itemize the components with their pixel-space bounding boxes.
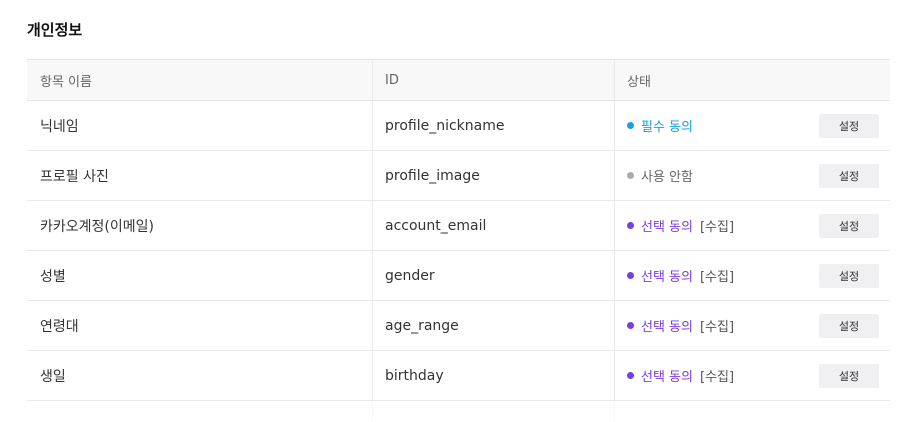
header-status: 상태 bbox=[627, 74, 651, 90]
item-status-cell: 사용 안함 설정 bbox=[615, 151, 890, 200]
settings-button[interactable]: 설정 bbox=[819, 113, 879, 138]
item-name: 카카오계정(이메일) bbox=[27, 201, 373, 250]
collect-label: [수집] bbox=[699, 320, 735, 335]
table-row-partial bbox=[27, 401, 890, 422]
status-indicator: 선택 동의 [수집] bbox=[627, 266, 734, 285]
status-indicator: 선택 동의 [수집] bbox=[627, 216, 734, 235]
item-status-cell: 필수 동의 설정 bbox=[615, 101, 890, 150]
item-id: account_email bbox=[373, 201, 615, 250]
table-row: 연령대 age_range 선택 동의 [수집] 설정 bbox=[27, 301, 890, 351]
status-dot-icon bbox=[627, 372, 634, 379]
collect-label: [수집] bbox=[699, 370, 735, 385]
status-dot-icon bbox=[627, 272, 634, 279]
scroll-fade bbox=[27, 417, 890, 422]
status-indicator: 선택 동의 [수집] bbox=[627, 316, 734, 335]
status-label: 필수 동의 bbox=[641, 120, 693, 135]
collect-label: [수집] bbox=[699, 220, 735, 235]
item-id: gender bbox=[373, 251, 615, 300]
section-title: 개인정보 bbox=[27, 21, 83, 39]
status-label: 선택 동의 bbox=[641, 320, 693, 335]
status-label: 사용 안함 bbox=[641, 170, 693, 185]
collect-label: [수집] bbox=[699, 270, 735, 285]
item-id: birthday bbox=[373, 351, 615, 400]
settings-button[interactable]: 설정 bbox=[819, 313, 879, 338]
settings-button[interactable]: 설정 bbox=[819, 163, 879, 188]
item-id: profile_nickname bbox=[373, 101, 615, 150]
table-row: 카카오계정(이메일) account_email 선택 동의 [수집] 설정 bbox=[27, 201, 890, 251]
item-status-cell: 선택 동의 [수집] 설정 bbox=[615, 351, 890, 400]
status-indicator: 사용 안함 bbox=[627, 166, 693, 185]
table-body: 닉네임 profile_nickname 필수 동의 설정 프로필 사진 pro… bbox=[27, 101, 890, 401]
item-name: 생일 bbox=[27, 351, 373, 400]
privacy-settings-page: 개인정보 항목 이름 ID 상태 닉네임 profile_nickname 필수… bbox=[0, 0, 910, 422]
status-indicator: 선택 동의 [수집] bbox=[627, 366, 734, 385]
header-id: ID bbox=[373, 60, 615, 100]
item-name: 프로필 사진 bbox=[27, 151, 373, 200]
status-dot-icon bbox=[627, 172, 634, 179]
item-status-cell: 선택 동의 [수집] 설정 bbox=[615, 251, 890, 300]
table-header-row: 항목 이름 ID 상태 bbox=[27, 60, 890, 101]
table-row: 성별 gender 선택 동의 [수집] 설정 bbox=[27, 251, 890, 301]
table-row: 생일 birthday 선택 동의 [수집] 설정 bbox=[27, 351, 890, 401]
header-item-name: 항목 이름 bbox=[27, 60, 373, 100]
status-dot-icon bbox=[627, 322, 634, 329]
item-status-cell: 선택 동의 [수집] 설정 bbox=[615, 201, 890, 250]
table-row: 닉네임 profile_nickname 필수 동의 설정 bbox=[27, 101, 890, 151]
item-name: 연령대 bbox=[27, 301, 373, 350]
status-label: 선택 동의 bbox=[641, 370, 693, 385]
item-name: 성별 bbox=[27, 251, 373, 300]
personal-info-table: 항목 이름 ID 상태 닉네임 profile_nickname 필수 동의 설… bbox=[27, 59, 890, 422]
status-dot-icon bbox=[627, 122, 634, 129]
item-id: age_range bbox=[373, 301, 615, 350]
item-status-cell: 선택 동의 [수집] 설정 bbox=[615, 301, 890, 350]
status-dot-icon bbox=[627, 222, 634, 229]
status-label: 선택 동의 bbox=[641, 270, 693, 285]
settings-button[interactable]: 설정 bbox=[819, 363, 879, 388]
settings-button[interactable]: 설정 bbox=[819, 263, 879, 288]
table-row: 프로필 사진 profile_image 사용 안함 설정 bbox=[27, 151, 890, 201]
item-id: profile_image bbox=[373, 151, 615, 200]
item-name: 닉네임 bbox=[27, 101, 373, 150]
status-indicator: 필수 동의 bbox=[627, 116, 693, 135]
status-label: 선택 동의 bbox=[641, 220, 693, 235]
settings-button[interactable]: 설정 bbox=[819, 213, 879, 238]
